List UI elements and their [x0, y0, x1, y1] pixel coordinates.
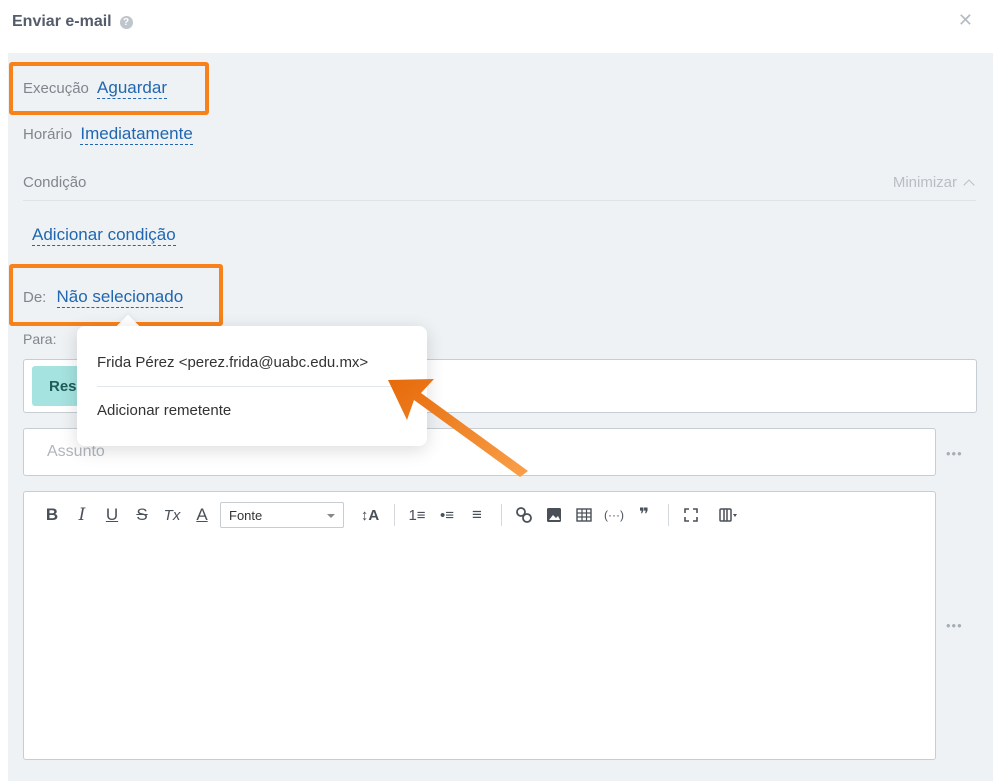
execution-value-link[interactable]: Aguardar	[97, 78, 167, 99]
help-icon[interactable]: ?	[119, 15, 133, 29]
toolbar-separator	[501, 504, 502, 526]
strikethrough-button[interactable]: S	[130, 501, 154, 529]
execution-row: Execução Aguardar	[23, 78, 167, 99]
condition-label: Condição	[23, 174, 87, 191]
schedule-row: Horário Imediatamente	[23, 124, 193, 145]
font-size-button[interactable]: ↕A	[358, 501, 382, 529]
execution-label: Execução	[23, 80, 89, 97]
clear-format-button[interactable]: Tx	[160, 501, 184, 529]
sender-option-frida[interactable]: Frida Pérez <perez.frida@uabc.edu.mx>	[97, 354, 368, 371]
add-sender-option[interactable]: Adicionar remetente	[97, 402, 231, 419]
table-icon[interactable]	[572, 501, 596, 529]
minimize-button[interactable]: Minimizar	[892, 174, 975, 191]
dialog-title: Enviar e-mail ?	[12, 13, 133, 31]
from-sender-link[interactable]: Não selecionado	[56, 287, 184, 308]
chevron-up-icon	[963, 179, 975, 191]
toolbar-separator	[668, 504, 669, 526]
quote-button[interactable]: ❞	[632, 501, 656, 529]
bold-button[interactable]: B	[40, 501, 64, 529]
minimize-label: Minimizar	[892, 174, 957, 191]
code-button[interactable]: (···)	[602, 501, 626, 529]
from-row: De: Não selecionado	[23, 287, 184, 308]
dropdown-divider	[97, 386, 407, 387]
image-icon[interactable]	[542, 501, 566, 529]
add-condition-link[interactable]: Adicionar condição	[32, 225, 176, 246]
italic-button[interactable]: I	[70, 501, 94, 529]
link-icon[interactable]	[512, 501, 536, 529]
editor-toolbar: B I U S Tx A Fonte ↕A 1≡ •≡ ≡ (···) ❞	[40, 500, 747, 530]
add-condition-row: Adicionar condição	[32, 225, 176, 246]
message-editor[interactable]	[23, 491, 936, 760]
text-color-button[interactable]: A	[190, 501, 214, 529]
chevron-down-icon	[327, 514, 335, 518]
from-label: De:	[23, 289, 47, 306]
align-button[interactable]: ≡	[465, 501, 489, 529]
schedule-value-link[interactable]: Imediatamente	[80, 124, 193, 145]
bullet-list-button[interactable]: •≡	[435, 501, 459, 529]
subject-more-button[interactable]: •••	[946, 446, 963, 461]
underline-button[interactable]: U	[100, 501, 124, 529]
fullscreen-icon[interactable]	[679, 501, 703, 529]
ordered-list-button[interactable]: 1≡	[405, 501, 429, 529]
to-label: Para:	[23, 331, 57, 347]
sender-dropdown: Frida Pérez <perez.frida@uabc.edu.mx> Ad…	[77, 326, 427, 446]
dialog-title-text: Enviar e-mail	[12, 13, 112, 30]
condition-divider	[23, 200, 976, 201]
font-select-value: Fonte	[229, 507, 263, 523]
toolbar-separator	[394, 504, 395, 526]
editor-more-button[interactable]: •••	[946, 618, 963, 633]
schedule-label: Horário	[23, 126, 73, 143]
dialog-header: Enviar e-mail ? ✕	[0, 0, 993, 52]
source-icon[interactable]	[717, 501, 741, 529]
close-icon[interactable]: ✕	[958, 10, 973, 31]
font-select[interactable]: Fonte	[220, 502, 344, 528]
